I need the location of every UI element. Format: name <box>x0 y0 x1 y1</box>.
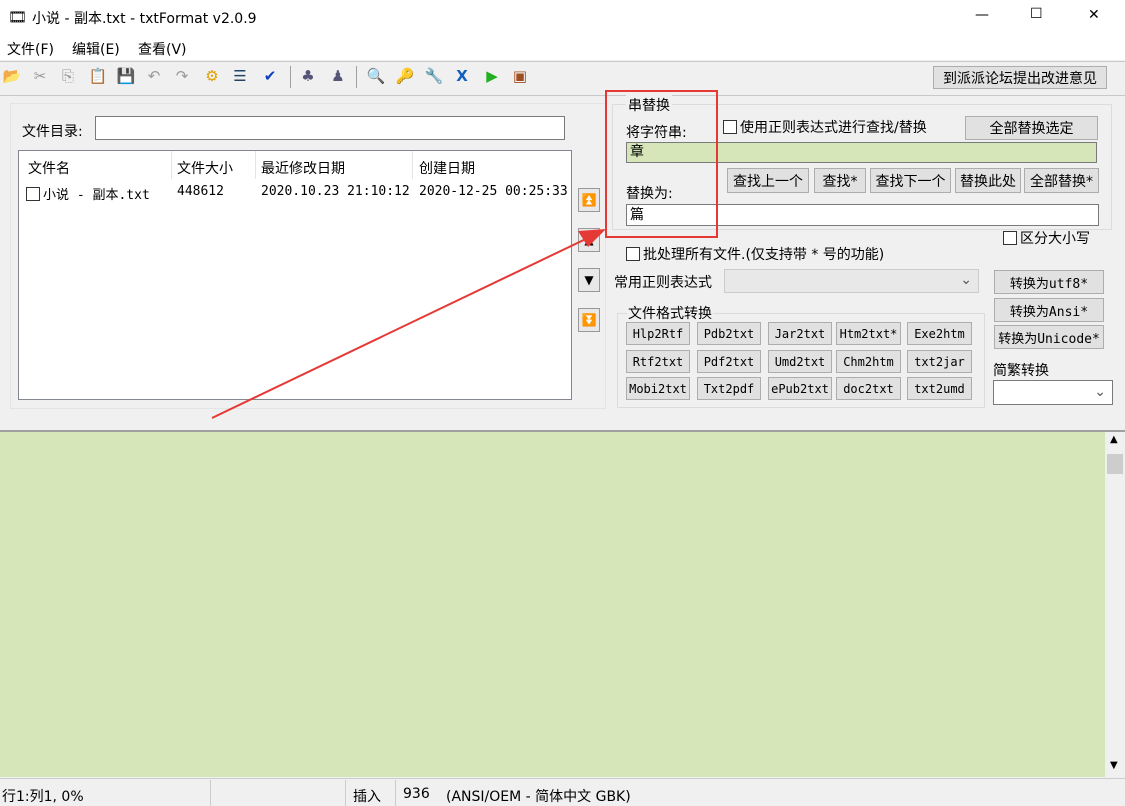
menu-file[interactable]: 文件(F) <box>7 39 54 59</box>
format-icon[interactable]: ☰ <box>230 66 250 86</box>
case-checkbox[interactable] <box>1003 231 1017 245</box>
common-regex-label: 常用正则表达式 <box>614 275 712 291</box>
play-icon[interactable]: ▶ <box>482 66 502 86</box>
save-icon[interactable]: 💾 <box>116 66 136 86</box>
status-encoding: (ANSI/OEM - 简体中文 GBK) <box>446 789 631 805</box>
move-bottom-button[interactable]: ⏬ <box>578 308 600 332</box>
status-pos: 行1:列1, 0% <box>2 789 84 805</box>
move-top-button[interactable]: ⏫ <box>578 188 600 212</box>
regex-checkbox[interactable] <box>723 120 737 134</box>
case-label: 区分大小写 <box>1020 231 1090 247</box>
to-utf8-button[interactable]: 转换为utf8* <box>994 270 1104 294</box>
move-down-button[interactable]: ▼ <box>578 268 600 292</box>
open-folder-icon[interactable]: 📂 <box>2 66 22 86</box>
jianfan-label: 简繁转换 <box>993 363 1049 379</box>
minimize-button[interactable]: — <box>975 7 989 23</box>
col-created[interactable]: 创建日期 <box>419 158 475 178</box>
search-replace-icon[interactable]: 🔍 <box>366 66 386 86</box>
col-size[interactable]: 文件大小 <box>177 158 233 178</box>
format-button-htm2txt-all[interactable]: Htm2txt* <box>836 322 901 345</box>
cut-icon[interactable]: ✂ <box>30 66 50 86</box>
menu-bar: 文件(F) 编辑(E) 查看(V) <box>0 35 1125 60</box>
format-button-hlp2rtf[interactable]: Hlp2Rtf <box>626 322 690 345</box>
format-button-mobi2txt[interactable]: Mobi2txt <box>626 377 690 400</box>
find-button[interactable]: 查找* <box>814 168 866 193</box>
find-next-button[interactable]: 查找下一个 <box>870 168 951 193</box>
format-button-txt2jar[interactable]: txt2jar <box>907 350 972 373</box>
format-button-epub2txt[interactable]: ePub2txt <box>768 377 832 400</box>
title-bar: 🎞 小说 - 副本.txt - txtFormat v2.0.9 — ☐ ✕ <box>0 0 1125 35</box>
status-codepage: 936 <box>403 786 430 802</box>
find-prev-button[interactable]: 查找上一个 <box>727 168 809 193</box>
move-up-button[interactable]: ▲ <box>578 228 600 252</box>
undo-icon[interactable]: ↶ <box>144 66 164 86</box>
spellcheck-icon[interactable]: ✔ <box>260 66 280 86</box>
format-button-txt2pdf[interactable]: Txt2pdf <box>697 377 761 400</box>
file-name: 小说 - 副本.txt <box>43 188 150 203</box>
key-icon[interactable]: 🔑 <box>395 66 415 86</box>
regex-label: 使用正则表达式进行查找/替换 <box>740 120 927 136</box>
format-group-title: 文件格式转换 <box>627 303 713 323</box>
chevron-down-icon: ⌄ <box>1094 384 1106 400</box>
jianfan-select[interactable]: ⌄ <box>993 380 1113 405</box>
format-button-chm2htm[interactable]: Chm2htm <box>836 350 901 373</box>
dir-label: 文件目录: <box>22 124 83 140</box>
scrollbar[interactable]: ▲ ▼ <box>1105 432 1125 777</box>
col-name[interactable]: 文件名 <box>28 158 70 178</box>
close-button[interactable]: ✕ <box>1088 7 1100 23</box>
replace-all-selected-button[interactable]: 全部替换选定 <box>965 116 1098 140</box>
replace-here-button[interactable]: 替换此处 <box>955 168 1021 193</box>
dir-input[interactable] <box>95 116 565 140</box>
x-icon[interactable]: X <box>452 66 472 86</box>
menu-edit[interactable]: 编辑(E) <box>72 39 120 59</box>
book-icon[interactable]: ▣ <box>510 66 530 86</box>
replace-all-button[interactable]: 全部替换* <box>1024 168 1099 193</box>
to-ansi-button[interactable]: 转换为Ansi* <box>994 298 1104 322</box>
tree-icon[interactable]: ♣ <box>298 66 318 86</box>
wrench-icon[interactable]: 🔧 <box>424 66 444 86</box>
format-button-pdb2txt[interactable]: Pdb2txt <box>697 322 761 345</box>
maximize-button[interactable]: ☐ <box>1030 6 1043 22</box>
batch-checkbox[interactable] <box>626 247 640 261</box>
window-title: 小说 - 副本.txt - txtFormat v2.0.9 <box>32 11 257 27</box>
feedback-button[interactable]: 到派派论坛提出改进意见 <box>933 66 1107 89</box>
menu-view[interactable]: 查看(V) <box>138 39 187 59</box>
scrollbar-thumb[interactable] <box>1107 454 1123 474</box>
copy-icon[interactable]: ⎘ <box>58 66 78 86</box>
format-button-rtf2txt[interactable]: Rtf2txt <box>626 350 690 373</box>
highlight-box <box>605 90 718 238</box>
common-regex-select[interactable]: ⌄ <box>724 269 979 293</box>
file-modified: 2020.10.23 21:10:12 <box>261 184 410 199</box>
file-created: 2020-12-25 00:25:33 <box>419 184 568 199</box>
film-icon: 🎞 <box>8 8 28 26</box>
format-button-txt2umd[interactable]: txt2umd <box>907 377 972 400</box>
format-button-pdf2txt[interactable]: Pdf2txt <box>697 350 761 373</box>
chevron-down-icon: ⌄ <box>960 272 972 288</box>
to-unicode-button[interactable]: 转换为Unicode* <box>994 325 1104 349</box>
format-button-exe2htm[interactable]: Exe2htm <box>907 322 972 345</box>
status-mode: 插入 <box>353 789 381 805</box>
format-button-umd2txt[interactable]: Umd2txt <box>768 350 832 373</box>
text-area[interactable] <box>0 432 1105 777</box>
redo-icon[interactable]: ↷ <box>172 66 192 86</box>
batch-label: 批处理所有文件.(仅支持带 * 号的功能) <box>643 247 885 263</box>
paste-icon[interactable]: 📋 <box>88 66 108 86</box>
format-button-doc2txt[interactable]: doc2txt <box>836 377 901 400</box>
row-checkbox[interactable] <box>26 187 40 201</box>
format-button-jar2txt[interactable]: Jar2txt <box>768 322 832 345</box>
gear-icon[interactable]: ⚙ <box>202 66 222 86</box>
col-modified[interactable]: 最近修改日期 <box>261 158 345 178</box>
file-size: 448612 <box>177 184 224 199</box>
person-icon[interactable]: ♟ <box>328 66 348 86</box>
